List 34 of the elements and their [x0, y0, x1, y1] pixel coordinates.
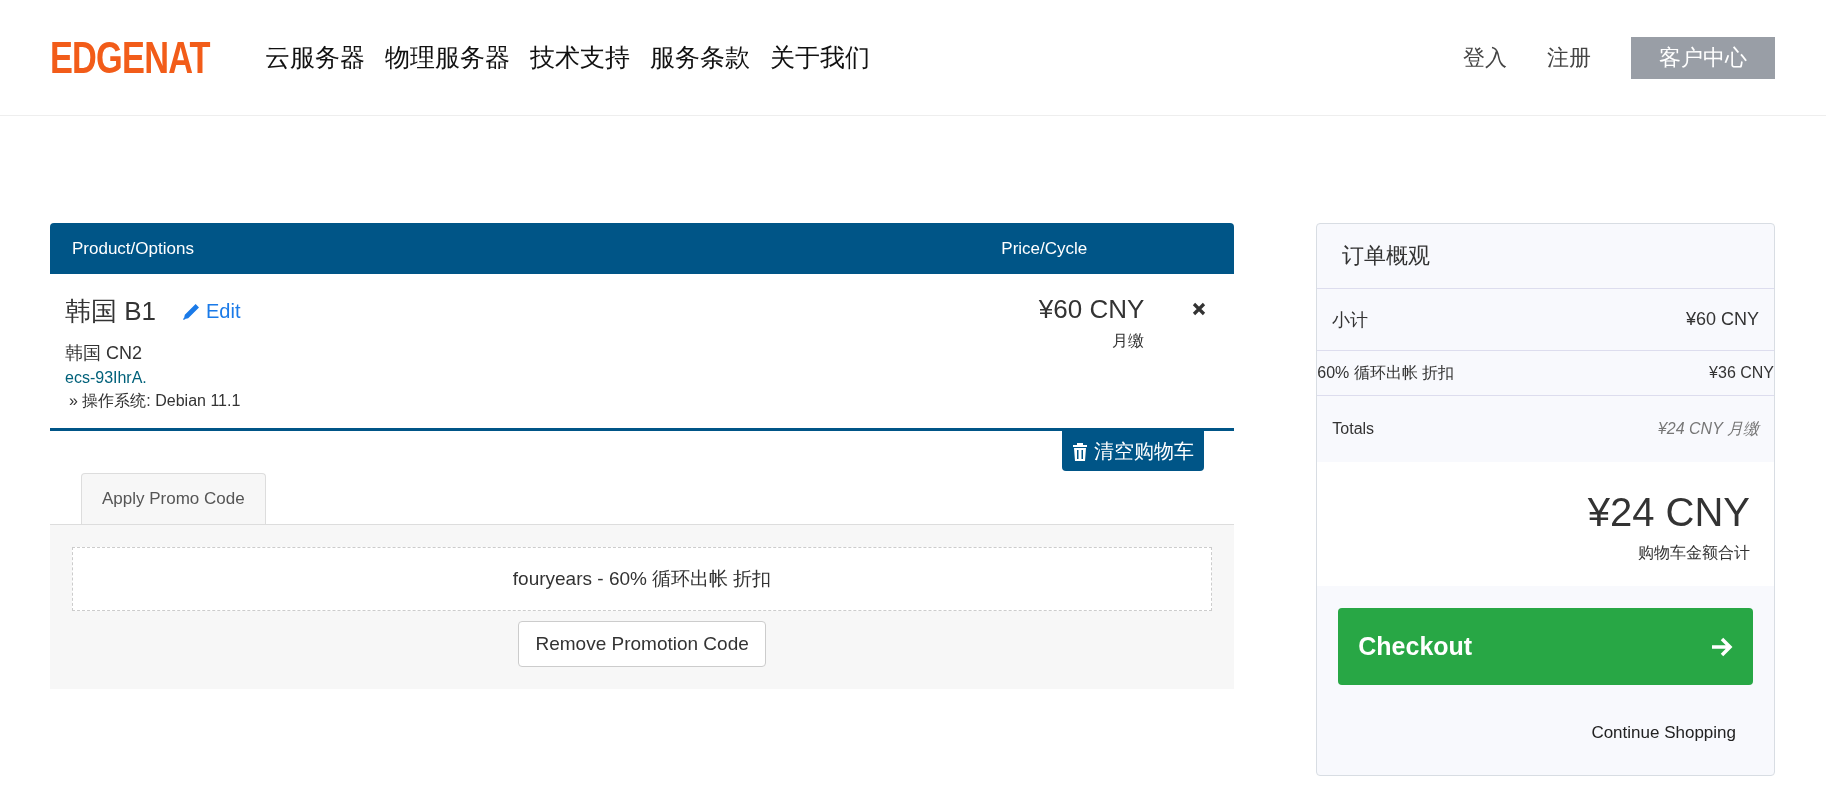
summary-label: 小计	[1332, 308, 1369, 332]
arrow-right-icon	[1711, 636, 1733, 657]
applied-promo-code: fouryears - 60% 循环出帐 折扣	[72, 547, 1213, 611]
edit-link[interactable]: Edit	[182, 300, 241, 323]
promo-tab[interactable]: Apply Promo Code	[81, 473, 266, 524]
total-amount: ¥24 CNY	[1587, 490, 1750, 535]
register-link[interactable]: 注册	[1547, 42, 1591, 73]
nav-link[interactable]: 服务条款	[649, 41, 750, 74]
trash-icon	[1072, 441, 1089, 461]
billing-cycle: 月缴	[1112, 331, 1145, 351]
total-caption: 购物车金额合计	[1638, 543, 1750, 563]
nav-link[interactable]: 物理服务器	[384, 41, 510, 74]
column-header: Product/Options	[71, 238, 195, 259]
continue-shopping-link[interactable]: Continue Shopping	[1591, 723, 1736, 743]
totals-value: ¥24 CNY 月缴	[1657, 418, 1759, 439]
nav-link[interactable]: 关于我们	[769, 41, 870, 74]
remove-icon[interactable]	[1192, 302, 1207, 316]
hostname: ecs-93IhrA.	[65, 369, 148, 387]
remove-promo-button[interactable]: Remove Promotion Code	[518, 621, 766, 667]
nav-link[interactable]: 技术支持	[529, 41, 630, 74]
product-option: » 操作系统: Debian 11.1	[65, 391, 945, 412]
product-group: 韩国 CN2	[65, 341, 945, 365]
login-link[interactable]: 登入	[1463, 42, 1507, 73]
summary-value: ¥60 CNY	[1685, 309, 1759, 330]
item-price: ¥60 CNY	[1038, 294, 1145, 325]
pencil-icon	[182, 302, 201, 321]
totals-label: Totals	[1332, 420, 1375, 438]
summary-label: 60% 循环出帐 折扣	[1317, 362, 1455, 383]
clear-cart-button[interactable]: 清空购物车	[1062, 431, 1205, 471]
summary-value: ¥36 CNY	[1709, 364, 1774, 382]
column-header: Price/Cycle	[1000, 238, 1089, 259]
nav-link[interactable]: 云服务器	[264, 41, 365, 74]
product-name: 韩国 B1	[65, 295, 157, 328]
summary-title: 订单概观	[1342, 242, 1431, 270]
